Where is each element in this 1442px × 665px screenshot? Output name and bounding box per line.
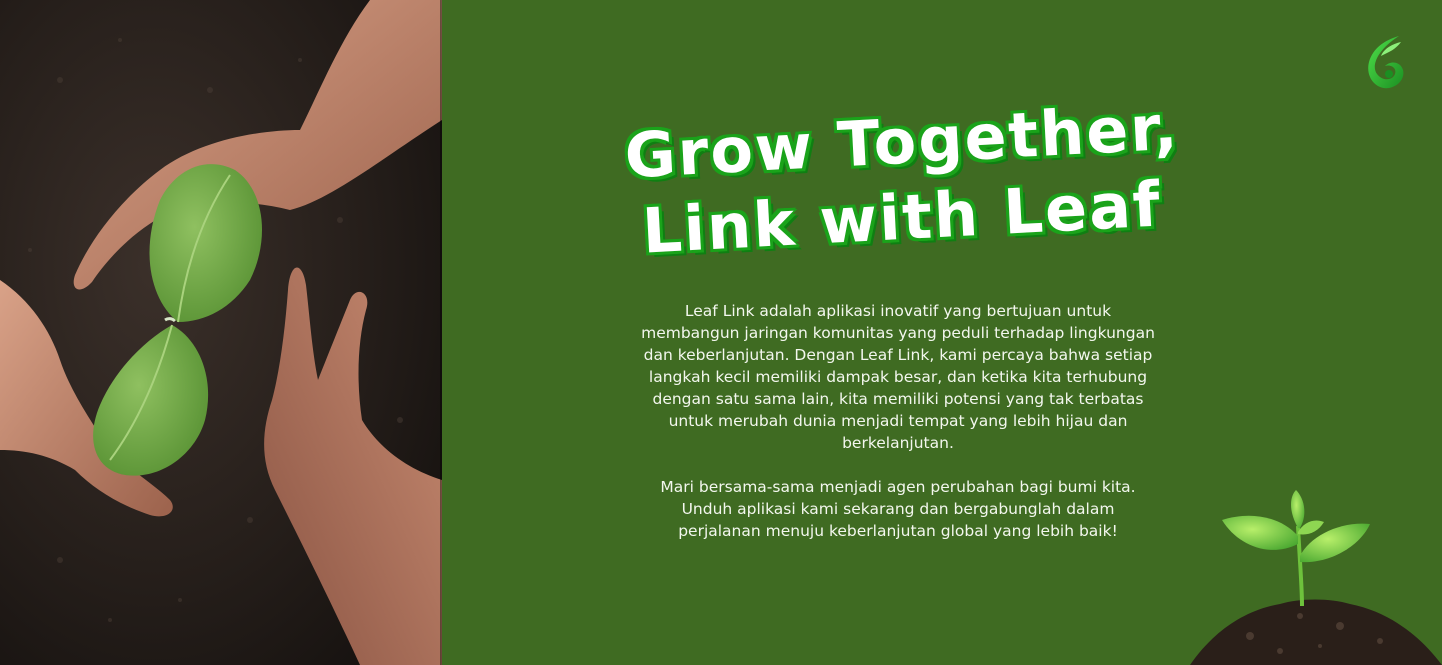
hands-seedling-photo xyxy=(0,0,442,665)
logo-graphic xyxy=(1368,36,1404,89)
description: Leaf Link adalah aplikasi inovatif yang … xyxy=(638,300,1158,564)
sprout-soil-illustration xyxy=(1190,486,1442,665)
leaf-logo-icon xyxy=(1363,34,1407,92)
page: Grow Together, Link with Leaf Leaf Link … xyxy=(0,0,1442,665)
description-paragraph-1: Leaf Link adalah aplikasi inovatif yang … xyxy=(641,302,1155,452)
headline: Grow Together, Link with Leaf xyxy=(582,89,1222,269)
content-panel: Grow Together, Link with Leaf Leaf Link … xyxy=(442,0,1442,665)
description-paragraph-2: Mari bersama-sama menjadi agen perubahan… xyxy=(660,478,1136,540)
photo-illustration xyxy=(0,0,442,665)
sprout-graphic xyxy=(1190,490,1442,665)
